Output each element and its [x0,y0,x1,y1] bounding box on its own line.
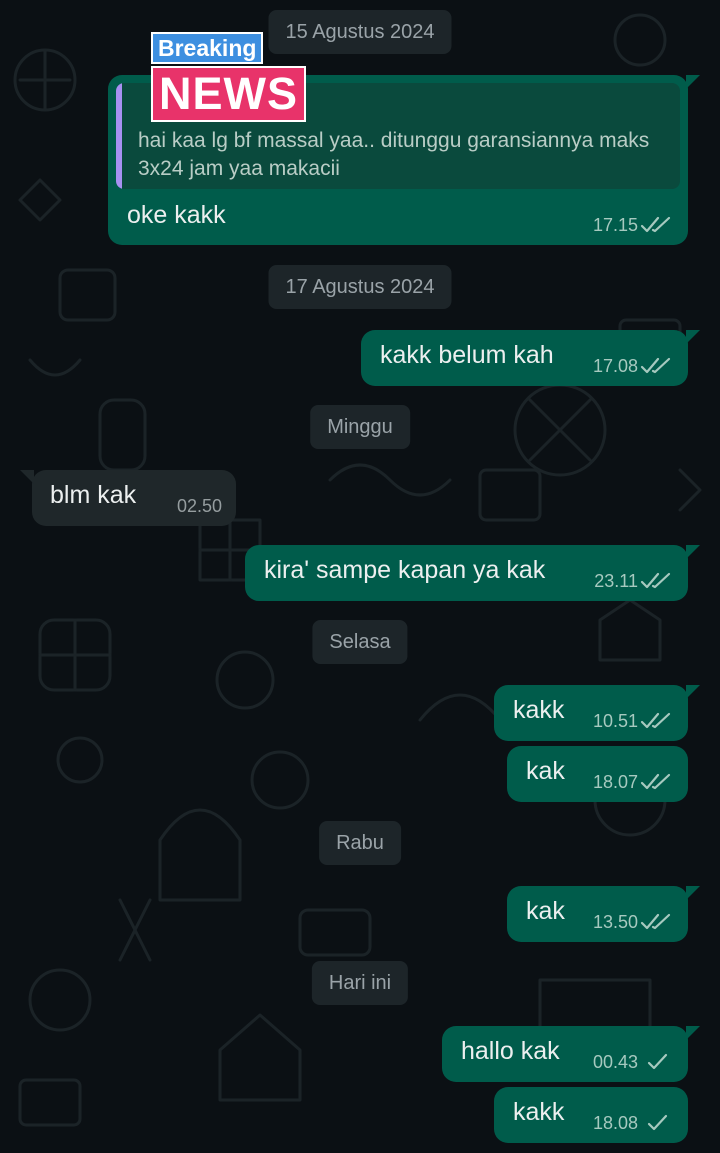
double-check-icon [640,572,671,589]
message-time: 17.15 [592,215,638,235]
message-time: 00.43 [592,1052,638,1072]
message-time: 10.51 [592,711,638,731]
message-text: oke kakk [127,201,226,229]
outgoing-message[interactable]: kakk belum kah 17.08 [361,330,700,386]
bubble-tail [686,685,700,699]
message-text: kak [526,897,565,925]
message-text: kakk belum kah [380,341,554,369]
date-divider: Minggu [310,405,410,449]
bubble-tail [686,330,700,344]
date-divider: Hari ini [311,961,409,1005]
bubble-tail [686,886,700,900]
single-check-icon [647,1114,668,1131]
message-time: 13.50 [592,912,638,932]
outgoing-message[interactable]: kakk 18.08 [494,1087,688,1143]
date-divider: Selasa [312,620,408,664]
double-check-icon [640,773,671,790]
bubble-tail [686,75,700,89]
bubble-tail [20,470,34,484]
message-time: 02.50 [176,496,222,516]
outgoing-message[interactable]: kak 18.07 [507,746,688,802]
message-time: 17.08 [592,356,638,376]
single-check-icon [647,1053,668,1070]
quoted-message-text: hai kaa lg bf massal yaa.. ditunggu gara… [138,129,650,180]
message-text: blm kak [50,481,137,509]
incoming-message[interactable]: blm kak 02.50 [20,470,236,526]
sticker-line1: Breaking [151,32,264,64]
message-text: hallo kak [461,1037,560,1065]
sticker-line2: NEWS [151,66,306,122]
breaking-news-sticker: Breaking NEWS [138,24,328,124]
chat-area[interactable]: 15 Agustus 2024 hai kaa lg bf massal yaa… [0,0,720,1153]
message-time: 18.07 [592,772,638,792]
date-divider: 17 Agustus 2024 [268,265,452,309]
outgoing-message[interactable]: kakk 10.51 [494,685,700,741]
double-check-icon [640,712,671,729]
outgoing-message[interactable]: kak 13.50 [507,886,700,942]
message-text: kakk [513,1098,565,1126]
outgoing-message[interactable]: kira' sampe kapan ya kak 23.11 [245,545,700,601]
double-check-icon [640,913,671,930]
message-time: 23.11 [594,571,638,591]
outgoing-message[interactable]: hallo kak 00.43 [442,1026,700,1082]
date-divider: Rabu [319,821,401,865]
bubble-tail [686,545,700,559]
message-text: kak [526,757,565,785]
double-check-icon [640,216,671,233]
bubble-tail [686,1026,700,1040]
quote-accent-bar [116,83,122,189]
double-check-icon [640,357,671,374]
message-text: kakk [513,696,565,724]
message-text: kira' sampe kapan ya kak [264,556,546,584]
message-time: 18.08 [592,1113,638,1133]
